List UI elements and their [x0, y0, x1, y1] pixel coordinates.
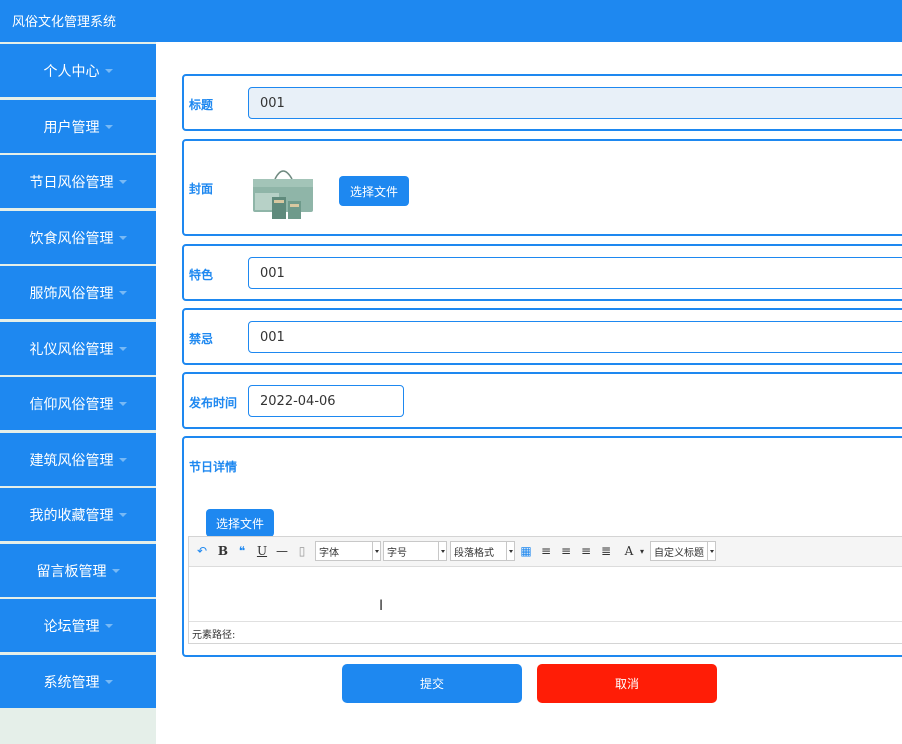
text-cursor-icon: I — [379, 598, 384, 614]
details-choose-file-button[interactable]: 选择文件 — [206, 509, 274, 537]
cancel-button[interactable]: 取消 — [537, 664, 717, 703]
align-center-icon[interactable]: ≡ — [559, 541, 573, 561]
caret-down-icon — [118, 346, 127, 351]
caret-down-icon — [104, 623, 113, 628]
sidebar-item-label: 饮食风俗管理 — [29, 230, 114, 247]
sidebar-item-label: 系统管理 — [43, 674, 100, 691]
caret-down-icon — [118, 235, 127, 240]
rich-text-editor: ↶ B ❝ U — ▯ 字体 字号 段落格式 ▦ ≡ ≡ ≡ ≣ A ▾ 自定义… — [188, 536, 902, 644]
sidebar-item-label: 建筑风俗管理 — [29, 452, 114, 469]
page-icon[interactable]: ▯ — [295, 541, 309, 561]
sidebar-item-label: 个人中心 — [43, 63, 100, 80]
caret-down-icon — [118, 457, 127, 462]
caret-down-icon — [104, 679, 113, 684]
sidebar-item-label: 节日风俗管理 — [29, 174, 114, 191]
sidebar-item-festival-customs[interactable]: 节日风俗管理 — [0, 155, 156, 208]
main-content: 标题 封面 选择文件 特色 禁忌 发布时间 节日详情 选择文件 — [156, 42, 902, 744]
custom-title-value: 自定义标题 — [654, 547, 704, 559]
caret-down-icon — [104, 124, 113, 129]
paragraph-format-value: 段落格式 — [454, 547, 494, 559]
sidebar-item-etiquette-customs[interactable]: 礼仪风俗管理 — [0, 322, 156, 375]
font-color-dropdown-icon[interactable]: ▾ — [639, 541, 645, 561]
sidebar-item-label: 信仰风俗管理 — [29, 396, 114, 413]
publish-time-label: 发布时间 — [189, 396, 238, 410]
sidebar-item-label: 用户管理 — [43, 119, 100, 136]
justify-icon[interactable]: ≣ — [599, 541, 613, 561]
font-size-value: 字号 — [387, 547, 407, 559]
caret-down-icon — [118, 401, 127, 406]
sidebar-item-forum[interactable]: 论坛管理 — [0, 599, 156, 652]
submit-button[interactable]: 提交 — [342, 664, 522, 703]
chevron-down-icon — [506, 542, 514, 560]
sidebar-item-label: 服饰风俗管理 — [29, 285, 114, 302]
form-row-title: 标题 — [182, 74, 902, 131]
align-right-icon[interactable]: ≡ — [579, 541, 593, 561]
sidebar-item-label: 留言板管理 — [36, 563, 107, 580]
details-label: 节日详情 — [189, 460, 238, 474]
font-family-select[interactable]: 字体 — [315, 541, 381, 561]
sidebar-item-belief-customs[interactable]: 信仰风俗管理 — [0, 377, 156, 430]
cover-image — [253, 170, 313, 219]
cover-choose-file-button[interactable]: 选择文件 — [339, 176, 409, 206]
font-family-value: 字体 — [319, 547, 339, 559]
caret-down-icon — [118, 512, 127, 517]
table-icon[interactable]: ▦ — [519, 541, 533, 561]
publish-time-input[interactable] — [248, 385, 404, 417]
sidebar-item-food-customs[interactable]: 饮食风俗管理 — [0, 211, 156, 264]
editor-content-area[interactable]: I — [189, 568, 902, 622]
editor-toolbar: ↶ B ❝ U — ▯ 字体 字号 段落格式 ▦ ≡ ≡ ≡ ≣ A ▾ 自定义… — [189, 537, 902, 567]
title-label: 标题 — [189, 98, 214, 112]
taboo-label: 禁忌 — [189, 332, 214, 346]
sidebar: 个人中心 用户管理 节日风俗管理 饮食风俗管理 服饰风俗管理 礼仪风俗管理 信仰… — [0, 42, 156, 744]
title-input[interactable] — [248, 87, 902, 119]
sidebar-item-personal-center[interactable]: 个人中心 — [0, 44, 156, 97]
sidebar-item-favorites[interactable]: 我的收藏管理 — [0, 488, 156, 541]
feature-label: 特色 — [189, 268, 214, 282]
chevron-down-icon — [372, 542, 380, 560]
form-row-publish-time: 发布时间 — [182, 372, 902, 429]
sidebar-item-message-board[interactable]: 留言板管理 — [0, 544, 156, 597]
caret-down-icon — [118, 179, 127, 184]
sidebar-item-label: 礼仪风俗管理 — [29, 341, 114, 358]
sidebar-item-label: 论坛管理 — [43, 618, 100, 635]
paragraph-format-select[interactable]: 段落格式 — [450, 541, 515, 561]
format-painter-icon[interactable]: ❝ — [235, 541, 249, 561]
custom-title-select[interactable]: 自定义标题 — [650, 541, 716, 561]
feature-input[interactable] — [248, 257, 902, 289]
align-left-icon[interactable]: ≡ — [539, 541, 553, 561]
caret-down-icon — [104, 68, 113, 73]
sidebar-item-clothing-customs[interactable]: 服饰风俗管理 — [0, 266, 156, 319]
caret-down-icon — [111, 568, 120, 573]
sidebar-item-system[interactable]: 系统管理 — [0, 655, 156, 708]
chevron-down-icon — [707, 542, 715, 560]
chevron-down-icon — [438, 542, 446, 560]
sidebar-item-label: 我的收藏管理 — [29, 507, 114, 524]
element-path-bar: 元素路径: — [189, 621, 902, 643]
underline-button[interactable]: U — [255, 541, 269, 561]
sidebar-item-user-management[interactable]: 用户管理 — [0, 100, 156, 153]
form-row-details: 节日详情 选择文件 ↶ B ❝ U — ▯ 字体 字号 段落格式 ▦ ≡ ≡ ≡… — [182, 436, 902, 657]
form-row-cover: 封面 选择文件 — [182, 139, 902, 236]
undo-icon[interactable]: ↶ — [195, 541, 209, 561]
form-row-taboo: 禁忌 — [182, 308, 902, 365]
cover-label: 封面 — [189, 182, 214, 196]
top-bar: 风俗文化管理系统 — [0, 0, 902, 42]
bold-button[interactable]: B — [216, 541, 230, 561]
taboo-input[interactable] — [248, 321, 902, 353]
sidebar-item-architecture-customs[interactable]: 建筑风俗管理 — [0, 433, 156, 486]
horizontal-rule-icon[interactable]: — — [275, 541, 289, 561]
caret-down-icon — [118, 290, 127, 295]
app-title: 风俗文化管理系统 — [12, 15, 117, 30]
font-size-select[interactable]: 字号 — [383, 541, 447, 561]
font-color-button[interactable]: A — [621, 541, 637, 561]
form-row-feature: 特色 — [182, 244, 902, 301]
